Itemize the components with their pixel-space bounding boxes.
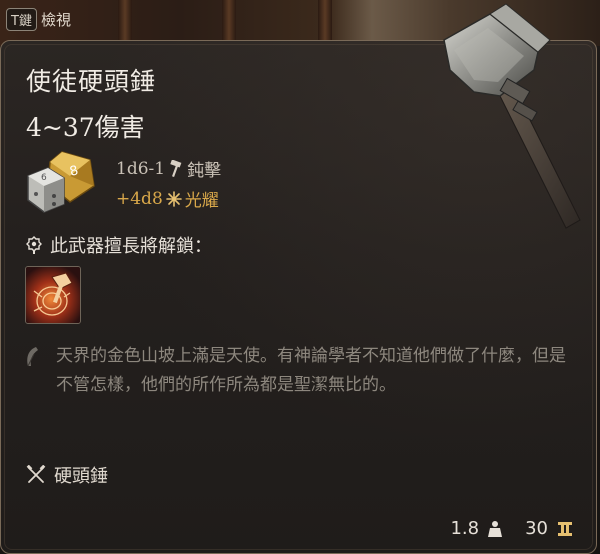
- gold-coin-icon: [558, 521, 572, 536]
- radiant-icon: [165, 190, 182, 207]
- unlock-text: 此武器擅長將解鎖：: [50, 236, 212, 257]
- proficiency-icon: [26, 236, 42, 254]
- damage-dice: 1d6-1: [116, 158, 166, 179]
- crossed-weapons-icon: [26, 465, 46, 483]
- damage-range: 4~37傷害: [26, 113, 145, 142]
- lore-text: 天界的金色山坡上滿是天使。有神論學者不知道他們做了什麼，但是不管怎樣，他們的所作…: [56, 346, 566, 395]
- t-key-badge: T鍵: [6, 8, 37, 31]
- hammer-icon: [170, 159, 182, 177]
- inspect-label: 檢視: [40, 11, 71, 29]
- weapon-category: 硬頭錘: [26, 462, 108, 488]
- dice-icon: 8 6: [27, 151, 95, 213]
- price-value: 30: [525, 518, 548, 539]
- feather-icon: [27, 347, 38, 367]
- weapon-action-art: [26, 267, 80, 323]
- svg-text:6: 6: [41, 173, 47, 183]
- damage-type: 光耀: [184, 191, 219, 211]
- damage-type: 鈍擊: [187, 161, 222, 181]
- damage-row-bludgeoning: 1d6-1 鈍擊: [116, 156, 222, 182]
- item-name: 使徒硬頭錘: [26, 67, 157, 96]
- screen: T鍵 檢視 使徒硬頭錘 4~37傷害 8 6 1d6-1 鈍擊 +4d8 光耀 …: [0, 0, 600, 554]
- inspect-key-hint[interactable]: T鍵 檢視: [6, 8, 71, 31]
- damage-row-radiant: +4d8 光耀: [116, 186, 219, 212]
- proficiency-unlock: 此武器擅長將解鎖：: [26, 232, 212, 258]
- weapon-action-icon[interactable]: [25, 266, 81, 324]
- item-stats-footer: 1.8 30: [450, 518, 574, 539]
- weight-icon: [488, 520, 503, 537]
- warhammer-image: [443, 3, 581, 229]
- damage-dice: +4d8: [116, 188, 163, 209]
- weight-value: 1.8: [450, 518, 480, 539]
- category-label: 硬頭錘: [54, 466, 108, 487]
